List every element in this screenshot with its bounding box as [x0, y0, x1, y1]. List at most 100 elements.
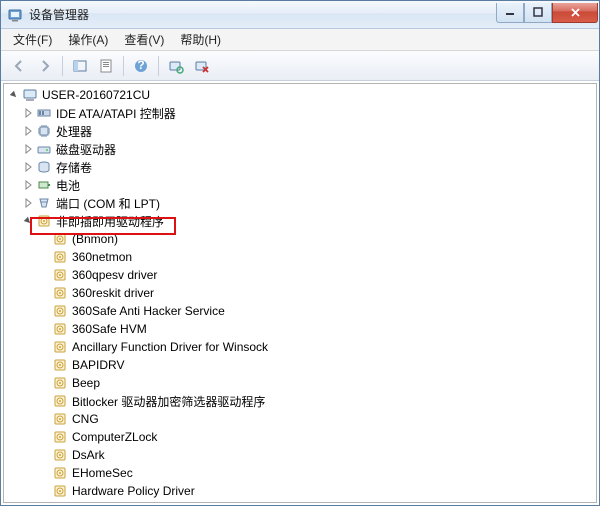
app-icon — [7, 7, 23, 23]
device-tree-pane[interactable]: USER-20160721CU IDE ATA/ATAPI 控制器 处理器 — [3, 83, 597, 503]
node-label: 360Safe HVM — [72, 322, 147, 336]
driver-icon — [52, 447, 68, 463]
node-label: 非即插即用驱动程序 — [56, 213, 164, 230]
driver-icon — [52, 285, 68, 301]
tree-connector — [38, 431, 50, 443]
tree-driver-item[interactable]: ComputerZLock — [4, 428, 596, 446]
disk-drive-icon — [36, 141, 52, 157]
node-label: 端口 (COM 和 LPT) — [56, 195, 160, 212]
properties-button[interactable] — [94, 54, 118, 78]
driver-icon — [52, 231, 68, 247]
tree-driver-item[interactable]: 360reskit driver — [4, 284, 596, 302]
node-label: BAPIDRV — [72, 358, 124, 372]
driver-icon — [52, 465, 68, 481]
expand-icon[interactable] — [22, 197, 34, 209]
driver-icon — [52, 303, 68, 319]
tree-connector — [38, 449, 50, 461]
menu-action[interactable]: 操作(A) — [60, 29, 116, 50]
tree-category-battery[interactable]: 电池 — [4, 176, 596, 194]
toolbar-separator — [123, 56, 124, 76]
tree-driver-item[interactable]: Beep — [4, 374, 596, 392]
tree-category-cpu[interactable]: 处理器 — [4, 122, 596, 140]
tree-driver-item[interactable]: CNG — [4, 410, 596, 428]
tree-driver-item[interactable]: 360qpesv driver — [4, 266, 596, 284]
tree-driver-item[interactable]: Hardware Policy Driver — [4, 482, 596, 500]
tree-connector — [38, 251, 50, 263]
driver-icon — [52, 429, 68, 445]
expand-icon[interactable] — [22, 107, 34, 119]
node-label: ComputerZLock — [72, 430, 157, 444]
storage-volume-icon — [36, 159, 52, 175]
node-label: Ancillary Function Driver for Winsock — [72, 340, 268, 354]
collapse-icon[interactable] — [22, 215, 34, 227]
node-label: DsArk — [72, 448, 105, 462]
maximize-button[interactable] — [524, 3, 552, 23]
tree-connector — [38, 377, 50, 389]
show-hide-console-tree-button[interactable] — [68, 54, 92, 78]
driver-icon — [52, 375, 68, 391]
forward-button[interactable] — [33, 54, 57, 78]
expand-icon[interactable] — [22, 161, 34, 173]
tree-driver-item[interactable]: Bitlocker 驱动器加密筛选器驱动程序 — [4, 392, 596, 410]
driver-icon — [52, 249, 68, 265]
tree-connector — [38, 305, 50, 317]
tree-root[interactable]: USER-20160721CU — [4, 86, 596, 104]
node-label: 磁盘驱动器 — [56, 141, 116, 158]
driver-icon — [52, 483, 68, 499]
node-label: Beep — [72, 376, 100, 390]
tree-connector — [38, 359, 50, 371]
menu-file[interactable]: 文件(F) — [5, 29, 60, 50]
tree-driver-item[interactable]: 360Safe HVM — [4, 320, 596, 338]
window-controls — [496, 3, 598, 23]
tree-category-disk[interactable]: 磁盘驱动器 — [4, 140, 596, 158]
tree-category-nonpnp[interactable]: 非即插即用驱动程序 — [4, 212, 596, 230]
menu-view[interactable]: 查看(V) — [116, 29, 172, 50]
tree-driver-item[interactable]: DsArk — [4, 446, 596, 464]
node-label: (Bnmon) — [72, 232, 118, 246]
collapse-icon[interactable] — [8, 89, 20, 101]
tree-category-ports[interactable]: 端口 (COM 和 LPT) — [4, 194, 596, 212]
node-label: EHomeSec — [72, 466, 133, 480]
tree-driver-item[interactable]: HTTP — [4, 500, 596, 503]
close-button[interactable] — [552, 3, 598, 23]
driver-icon — [52, 339, 68, 355]
uninstall-button[interactable] — [190, 54, 214, 78]
titlebar[interactable]: 设备管理器 — [1, 1, 599, 29]
tree-connector — [38, 485, 50, 497]
node-label: 电池 — [56, 177, 80, 194]
tree-driver-item[interactable]: BAPIDRV — [4, 356, 596, 374]
device-tree: USER-20160721CU IDE ATA/ATAPI 控制器 处理器 — [4, 84, 596, 503]
tree-category-storage[interactable]: 存储卷 — [4, 158, 596, 176]
computer-icon — [22, 87, 38, 103]
tree-connector — [38, 269, 50, 281]
node-label: HTTP — [72, 502, 103, 503]
node-label: USER-20160721CU — [42, 88, 150, 102]
node-label: 360Safe Anti Hacker Service — [72, 304, 225, 318]
tree-connector — [38, 341, 50, 353]
processor-icon — [36, 123, 52, 139]
tree-connector — [38, 413, 50, 425]
expand-icon[interactable] — [22, 179, 34, 191]
node-label: CNG — [72, 412, 99, 426]
minimize-button[interactable] — [496, 3, 524, 23]
svg-text:?: ? — [137, 58, 144, 72]
node-label: 360qpesv driver — [72, 268, 157, 282]
driver-icon — [52, 393, 68, 409]
tree-driver-item[interactable]: Ancillary Function Driver for Winsock — [4, 338, 596, 356]
tree-driver-item[interactable]: (Bnmon) — [4, 230, 596, 248]
expand-icon[interactable] — [22, 143, 34, 155]
tree-driver-item[interactable]: 360netmon — [4, 248, 596, 266]
node-label: 处理器 — [56, 123, 92, 140]
tree-driver-item[interactable]: EHomeSec — [4, 464, 596, 482]
menu-help[interactable]: 帮助(H) — [172, 29, 229, 50]
tree-connector — [38, 467, 50, 479]
tree-connector — [38, 233, 50, 245]
tree-connector — [38, 323, 50, 335]
back-button[interactable] — [7, 54, 31, 78]
expand-icon[interactable] — [22, 125, 34, 137]
tree-connector — [38, 287, 50, 299]
tree-driver-item[interactable]: 360Safe Anti Hacker Service — [4, 302, 596, 320]
help-button[interactable]: ? — [129, 54, 153, 78]
tree-category-ide[interactable]: IDE ATA/ATAPI 控制器 — [4, 104, 596, 122]
scan-hardware-button[interactable] — [164, 54, 188, 78]
